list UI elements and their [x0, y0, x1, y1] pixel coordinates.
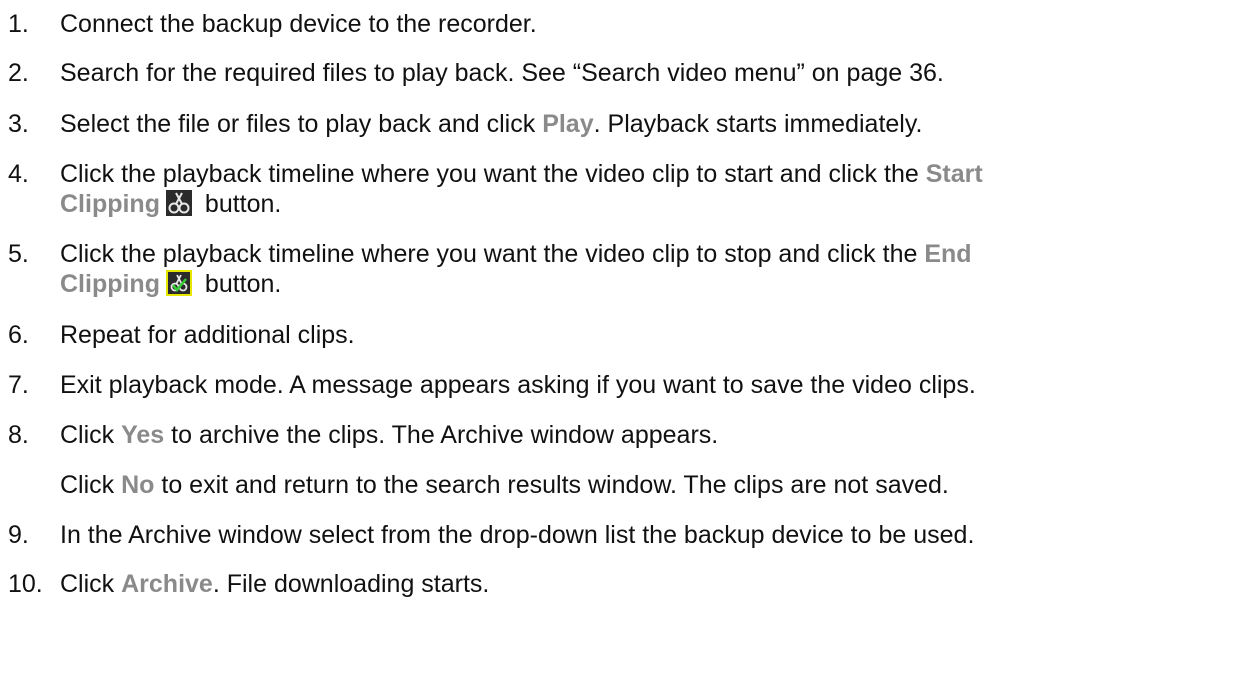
step-number: 1.	[8, 10, 29, 38]
step-text: Click the playback timeline where you wa…	[60, 240, 925, 268]
step-text: Search for the required files to play ba…	[60, 59, 944, 87]
step-text: Connect the backup device to the recorde…	[60, 10, 537, 38]
step-number: 4.	[8, 160, 29, 188]
step-text: Click the playback timeline where you wa…	[60, 160, 926, 188]
ui-term-play: Play	[542, 110, 594, 138]
start-clipping-icon	[165, 190, 192, 216]
step-text: . File downloading starts.	[212, 570, 490, 598]
instruction-list: 1. Connect the backup device to the reco…	[0, 0, 1252, 678]
step-text: to archive the clips. The Archive window…	[164, 421, 719, 449]
step-number: 2.	[8, 59, 29, 87]
step-number: 3.	[8, 110, 29, 138]
end-clipping-icon	[165, 270, 192, 296]
ui-term-clipping: Clipping	[60, 190, 160, 218]
ui-term-end: End	[924, 240, 972, 268]
ui-term-clipping: Clipping	[60, 270, 160, 298]
step-text: Click	[60, 471, 122, 499]
step-text: to exit and return to the search results…	[154, 471, 949, 499]
step-number: 5.	[8, 240, 29, 268]
ui-term-no: No	[121, 471, 155, 499]
step-text: button.	[197, 270, 282, 298]
step-number: 6.	[8, 321, 29, 349]
ui-term-start: Start	[925, 160, 983, 188]
step-text: Select the file or files to play back an…	[60, 110, 543, 138]
step-number: 9.	[8, 521, 29, 549]
step-number: 8.	[8, 421, 29, 449]
step-text: Repeat for additional clips.	[60, 321, 355, 349]
ui-term-yes: Yes	[121, 421, 165, 449]
step-text: Click	[60, 421, 122, 449]
step-text: In the Archive window select from the dr…	[60, 521, 975, 549]
step-text: button.	[197, 190, 282, 218]
step-number: 7.	[8, 371, 29, 399]
step-text: Click	[60, 570, 122, 598]
ui-term-archive: Archive	[121, 570, 213, 598]
step-number: 10.	[8, 570, 43, 598]
step-text: . Playback starts immediately.	[593, 110, 923, 138]
step-text: Exit playback mode. A message appears as…	[60, 371, 976, 399]
